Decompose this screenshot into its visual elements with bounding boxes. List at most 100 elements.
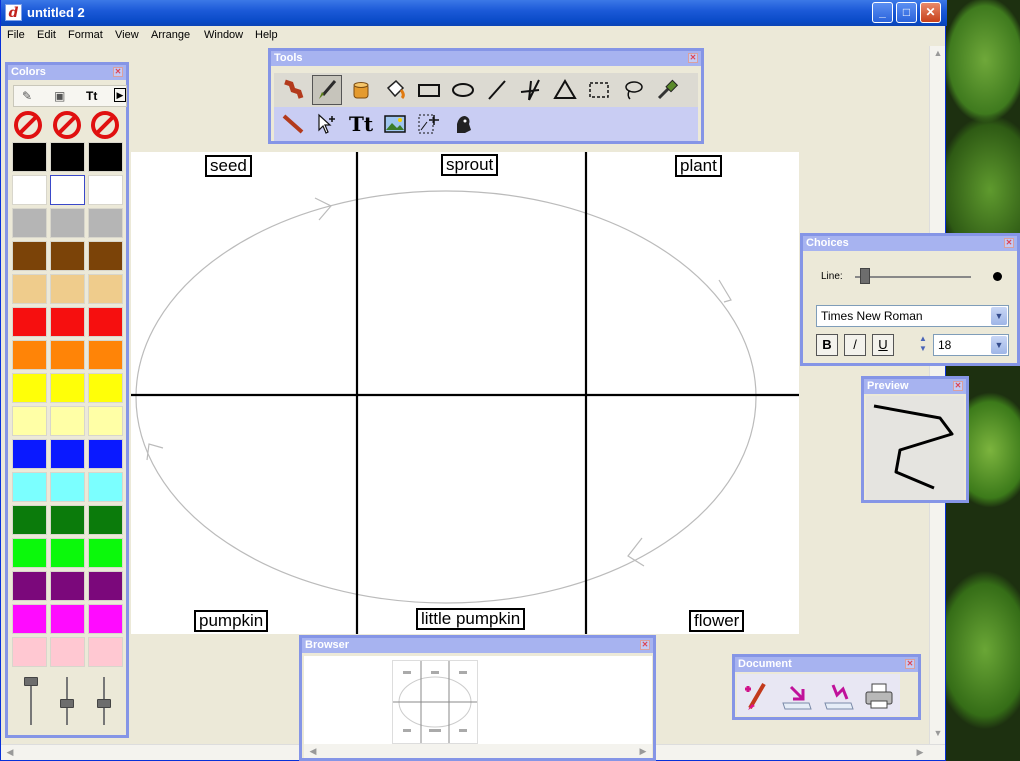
eyedropper-icon[interactable] [652,75,682,105]
size-stepper-icon[interactable]: ▲ ▼ [917,334,929,356]
minimize-icon[interactable]: _ [872,2,893,23]
image-icon[interactable] [380,109,410,139]
browser-palette-header[interactable]: Browser ✕ [302,638,653,653]
color-swatch-purple-1[interactable] [12,571,47,601]
export-icon[interactable] [779,678,815,714]
color-swatch-gray-3[interactable] [88,208,123,238]
close-icon[interactable]: ✕ [640,640,650,650]
color-swatch-tan-1[interactable] [12,274,47,304]
color-swatch-red-1[interactable] [12,307,47,337]
color-swatch-blue-2[interactable] [50,439,85,469]
image-trace-icon[interactable] [414,109,444,139]
page-thumbnail[interactable] [392,660,478,744]
color-swatch-tan-2[interactable] [50,274,85,304]
color-swatch-brown-1[interactable] [12,241,47,271]
slider-knob[interactable] [24,677,38,686]
menu-arrange[interactable]: Arrange [151,29,190,41]
italic-button[interactable]: / [844,334,866,356]
brush-icon[interactable] [312,75,342,105]
color-swatch-red-2[interactable] [50,307,85,337]
text-color-icon[interactable]: Tt [86,89,97,103]
color-swatch-gray-2[interactable] [50,208,85,238]
color-swatch-gray-1[interactable] [12,208,47,238]
preview-palette-header[interactable]: Preview ✕ [864,379,966,394]
color-swatch-brown-2[interactable] [50,241,85,271]
line-width-knob[interactable] [860,268,870,284]
underline-button[interactable]: U [872,334,894,356]
close-icon[interactable]: ✕ [953,381,963,391]
stamp-icon[interactable] [448,109,478,139]
menu-window[interactable]: Window [204,29,243,41]
color-swatch-purple-2[interactable] [50,571,85,601]
color-swatch-yellow-3[interactable] [88,373,123,403]
menu-edit[interactable]: Edit [37,29,56,41]
drawing-canvas[interactable]: seed sprout plant pumpkin little pumpkin… [131,152,799,634]
no-color-icon[interactable] [89,110,121,140]
choices-palette-header[interactable]: Choices ✕ [803,236,1017,251]
color-swatch-black-2[interactable] [50,142,85,172]
label-plant[interactable]: plant [675,155,722,177]
new-page-icon[interactable] [739,678,775,714]
pointer-add-icon[interactable] [312,109,342,139]
color-swatch-blue-1[interactable] [12,439,47,469]
lasso-icon[interactable] [618,75,648,105]
color-swatch-green-3[interactable] [88,538,123,568]
color-swatch-red-3[interactable] [88,307,123,337]
color-swatch-light-yellow-1[interactable] [12,406,47,436]
menu-help[interactable]: Help [255,29,278,41]
scroll-right-icon[interactable]: ▶ [636,744,650,758]
scroll-left-icon[interactable]: ◀ [3,745,17,759]
color-swatch-pink-1[interactable] [12,637,47,667]
pen-color-icon[interactable]: ✎ [22,89,32,103]
color-swatch-purple-3[interactable] [88,571,123,601]
expand-arrow-icon[interactable]: ▶ [114,88,126,102]
color-swatch-cyan-2[interactable] [50,472,85,502]
color-swatch-magenta-3[interactable] [88,604,123,634]
rectangle-icon[interactable] [414,75,444,105]
scroll-down-icon[interactable]: ▼ [931,726,945,740]
bold-button[interactable]: B [816,334,838,356]
color-swatch-cyan-1[interactable] [12,472,47,502]
fill-color-icon[interactable]: ▣ [54,89,65,103]
color-swatch-white-1[interactable] [12,175,47,205]
menu-format[interactable]: Format [68,29,103,41]
color-swatch-pink-3[interactable] [88,637,123,667]
scroll-left-icon[interactable]: ◀ [306,744,320,758]
color-swatch-green-1[interactable] [12,538,47,568]
color-swatch-orange-2[interactable] [50,340,85,370]
maximize-icon[interactable]: □ [896,2,917,23]
label-flower[interactable]: flower [689,610,745,632]
label-pumpkin[interactable]: pumpkin [194,610,269,632]
browser-scrollbar[interactable]: ◀ ▶ [304,744,652,758]
close-icon[interactable]: ✕ [905,659,915,669]
polyline-icon[interactable] [516,75,546,105]
scroll-up-icon[interactable]: ▲ [931,46,945,60]
color-swatch-black-1[interactable] [12,142,47,172]
paint-can-icon[interactable] [380,75,410,105]
opacity-slider-3[interactable] [97,677,111,727]
colors-palette-header[interactable]: Colors ✕ [8,65,126,80]
marquee-select-icon[interactable] [584,75,614,105]
color-swatch-light-yellow-3[interactable] [88,406,123,436]
color-swatch-dark-green-1[interactable] [12,505,47,535]
no-color-icon[interactable] [12,110,44,140]
label-little-pumpkin[interactable]: little pumpkin [416,608,526,630]
document-palette-header[interactable]: Document ✕ [735,657,918,672]
pencil-icon[interactable] [278,109,308,139]
color-swatch-brown-3[interactable] [88,241,123,271]
no-color-icon[interactable] [51,110,83,140]
close-icon[interactable]: ✕ [113,67,123,77]
line-width-slider[interactable] [855,276,971,278]
color-swatch-magenta-2[interactable] [50,604,85,634]
slider-knob[interactable] [97,699,111,708]
color-swatch-orange-3[interactable] [88,340,123,370]
menu-file[interactable]: File [7,29,25,41]
label-seed[interactable]: seed [205,155,252,177]
color-swatch-cyan-3[interactable] [88,472,123,502]
chevron-down-icon[interactable]: ▼ [991,336,1007,354]
font-size-select[interactable]: 18 ▼ [933,334,1009,356]
color-swatch-green-2[interactable] [50,538,85,568]
color-swatch-yellow-2[interactable] [50,373,85,403]
color-swatch-black-3[interactable] [88,142,123,172]
close-icon[interactable]: ✕ [1004,238,1014,248]
